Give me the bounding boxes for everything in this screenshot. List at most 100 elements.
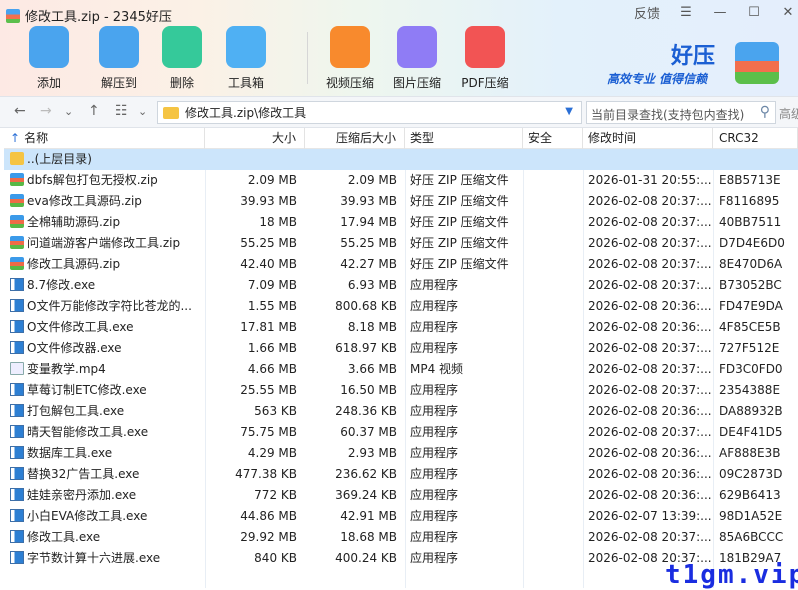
file-type: 应用程序 bbox=[410, 509, 459, 523]
up-icon[interactable]: ↑ bbox=[88, 103, 100, 119]
file-name: 变量教学.mp4 bbox=[27, 362, 106, 376]
exe-file-icon bbox=[10, 551, 24, 564]
file-crc32: 09C2873D bbox=[719, 467, 783, 481]
file-crc32: B73052BC bbox=[719, 278, 782, 292]
toolbar-label: 工具箱 bbox=[227, 76, 264, 90]
column-security[interactable]: 安全 bbox=[523, 128, 583, 149]
exe-file-icon bbox=[10, 320, 24, 333]
file-row[interactable]: 娃娃亲密丹添加.exe 772 KB 369.24 KB 应用程序 2026-02-08… bbox=[4, 485, 798, 506]
file-size: 7.09 MB bbox=[247, 278, 297, 292]
minimize-icon[interactable]: — bbox=[710, 5, 730, 20]
file-row[interactable]: 修改工具源码.zip 42.40 MB 42.27 MB 好压 ZIP 压缩文件 202… bbox=[4, 254, 798, 275]
file-row[interactable]: 草莓订制ETC修改.exe 25.55 MB 16.50 MB 应用程序 2026-02… bbox=[4, 380, 798, 401]
file-size: 563 KB bbox=[254, 404, 297, 418]
column-name[interactable]: ↑ 名称 bbox=[4, 128, 205, 149]
file-row[interactable]: 数据库工具.exe 4.29 MB 2.93 MB 应用程序 2026-02-08 20… bbox=[4, 443, 798, 464]
file-name: eva修改工具源码.zip bbox=[27, 194, 142, 208]
close-icon[interactable]: ✕ bbox=[778, 5, 798, 20]
column-packed-size[interactable]: 压缩后大小 bbox=[305, 128, 405, 149]
column-crc32[interactable]: CRC32 bbox=[713, 128, 798, 149]
view-dropdown-icon[interactable]: ⌄ bbox=[138, 105, 147, 118]
video-compress-icon bbox=[330, 26, 370, 68]
file-size: 25.55 MB bbox=[240, 383, 297, 397]
file-name: 草莓订制ETC修改.exe bbox=[27, 383, 147, 397]
file-row[interactable]: 打包解包工具.exe 563 KB 248.36 KB 应用程序 2026-02-08 … bbox=[4, 401, 798, 422]
file-row[interactable]: 修改工具.exe 29.92 MB 18.68 MB 应用程序 2026-02-08 2… bbox=[4, 527, 798, 548]
file-modified: 2026-02-08 20:37:... bbox=[588, 194, 712, 208]
file-size: 18 MB bbox=[259, 215, 297, 229]
maximize-icon[interactable]: ☐ bbox=[744, 5, 764, 20]
file-size: 1.55 MB bbox=[247, 299, 297, 313]
toolbar-label: 添加 bbox=[36, 76, 61, 90]
file-row[interactable]: 变量教学.mp4 4.66 MB 3.66 MB MP4 视频 2026-02-08 2… bbox=[4, 359, 798, 380]
file-packed-size: 42.91 MB bbox=[340, 509, 397, 523]
history-dropdown-icon[interactable]: ⌄ bbox=[64, 105, 73, 118]
file-type: 好压 ZIP 压缩文件 bbox=[410, 173, 509, 187]
address-path: 修改工具.zip\修改工具 bbox=[185, 106, 307, 120]
file-type: 好压 ZIP 压缩文件 bbox=[410, 236, 509, 250]
search-icon[interactable]: ⚲ bbox=[760, 104, 770, 120]
file-size: 1.66 MB bbox=[247, 341, 297, 355]
brand-archive-icon bbox=[735, 42, 779, 84]
file-name: 8.7修改.exe bbox=[27, 278, 96, 292]
feedback-button[interactable]: 反馈 bbox=[632, 3, 662, 22]
file-row[interactable]: 全棉辅助源码.zip 18 MB 17.94 MB 好压 ZIP 压缩文件 2026-0… bbox=[4, 212, 798, 233]
file-name: 字节数计算十六进展.exe bbox=[27, 551, 161, 565]
file-type: 应用程序 bbox=[410, 551, 459, 565]
toolbar-button-extract[interactable]: 解压到 bbox=[89, 26, 149, 91]
file-row[interactable]: 晴天智能修改工具.exe 75.75 MB 60.37 MB 应用程序 2026-02-… bbox=[4, 422, 798, 443]
parent-directory-row[interactable]: ..(上层目录) bbox=[4, 149, 798, 170]
column-modified[interactable]: 修改时间 bbox=[583, 128, 713, 149]
column-type[interactable]: 类型 bbox=[405, 128, 523, 149]
file-size: 4.66 MB bbox=[247, 362, 297, 376]
file-row[interactable]: O文件修改器.exe 1.66 MB 618.97 KB 应用程序 2026-02-08… bbox=[4, 338, 798, 359]
file-row[interactable]: eva修改工具源码.zip 39.93 MB 39.93 MB 好压 ZIP 压缩文件… bbox=[4, 191, 798, 212]
brand-name: 好压 bbox=[671, 44, 716, 69]
advanced-search-link[interactable]: 高级 bbox=[779, 105, 798, 122]
file-name: 问道端游客户端修改工具.zip bbox=[27, 236, 181, 250]
file-packed-size: 39.93 MB bbox=[340, 194, 397, 208]
pdf-compress-icon bbox=[465, 26, 505, 68]
title-text: 修改工具.zip - 2345好压 bbox=[25, 10, 172, 25]
file-packed-size: 2.09 MB bbox=[347, 173, 397, 187]
file-size: 39.93 MB bbox=[240, 194, 297, 208]
brand-slogan: 高效专业 值得信赖 bbox=[607, 72, 708, 86]
toolbar-button-add-archive[interactable]: 添加 bbox=[19, 26, 79, 91]
file-row[interactable]: 小白EVA修改工具.exe 44.86 MB 42.91 MB 应用程序 2026-02… bbox=[4, 506, 798, 527]
file-row[interactable]: 8.7修改.exe 7.09 MB 6.93 MB 应用程序 2026-02-08 20… bbox=[4, 275, 798, 296]
forward-icon[interactable]: → bbox=[40, 103, 52, 119]
file-row[interactable]: dbfs解包打包无授权.zip 2.09 MB 2.09 MB 好压 ZIP 压缩文件… bbox=[4, 170, 798, 191]
mp4-file-icon bbox=[10, 362, 24, 375]
toolbar-button-video-compress[interactable]: 视频压缩 bbox=[320, 26, 380, 91]
search-input[interactable]: 当前目录查找(支持包内查找) ⚲ bbox=[586, 101, 776, 124]
file-size: 4.29 MB bbox=[247, 446, 297, 460]
file-modified: 2026-02-08 20:36:... bbox=[588, 488, 712, 502]
file-row[interactable]: 问道端游客户端修改工具.zip 55.25 MB 55.25 MB 好压 ZIP 压缩… bbox=[4, 233, 798, 254]
toolbar-button-pdf-compress[interactable]: PDF压缩 bbox=[455, 26, 515, 91]
column-size[interactable]: 大小 bbox=[205, 128, 305, 149]
toolbar-button-toolbox[interactable]: 工具箱 bbox=[216, 26, 276, 91]
file-modified: 2026-02-08 20:36:... bbox=[588, 404, 712, 418]
back-icon[interactable]: ← bbox=[14, 103, 26, 119]
file-name: 晴天智能修改工具.exe bbox=[27, 425, 149, 439]
file-row[interactable]: O文件万能修改字符比苍龙的... 1.55 MB 800.68 KB 应用程序 2026… bbox=[4, 296, 798, 317]
toolbar-button-recycle[interactable]: 删除 bbox=[152, 26, 212, 91]
file-packed-size: 42.27 MB bbox=[340, 257, 397, 271]
address-dropdown-icon[interactable]: ▼ bbox=[565, 106, 573, 117]
zip-file-icon bbox=[10, 194, 24, 207]
search-placeholder: 当前目录查找(支持包内查找) bbox=[591, 108, 745, 122]
file-row[interactable]: 替换32广告工具.exe 477.38 KB 236.62 KB 应用程序 2026-0… bbox=[4, 464, 798, 485]
zip-file-icon bbox=[10, 257, 24, 270]
file-modified: 2026-02-08 20:37:... bbox=[588, 362, 712, 376]
file-type: 好压 ZIP 压缩文件 bbox=[410, 194, 509, 208]
file-type: 应用程序 bbox=[410, 425, 459, 439]
address-bar[interactable]: 修改工具.zip\修改工具 ▼ bbox=[157, 101, 582, 124]
toolbar-button-image-compress[interactable]: 图片压缩 bbox=[387, 26, 447, 91]
view-mode-icon[interactable]: ☷ bbox=[115, 103, 128, 119]
file-crc32: AF888E3B bbox=[719, 446, 781, 460]
file-row[interactable]: O文件修改工具.exe 17.81 MB 8.18 MB 应用程序 2026-02-08… bbox=[4, 317, 798, 338]
menu-icon[interactable]: ☰ bbox=[676, 5, 696, 20]
recycle-icon bbox=[162, 26, 202, 68]
file-modified: 2026-02-08 20:36:... bbox=[588, 446, 712, 460]
file-crc32: F8116895 bbox=[719, 194, 780, 208]
